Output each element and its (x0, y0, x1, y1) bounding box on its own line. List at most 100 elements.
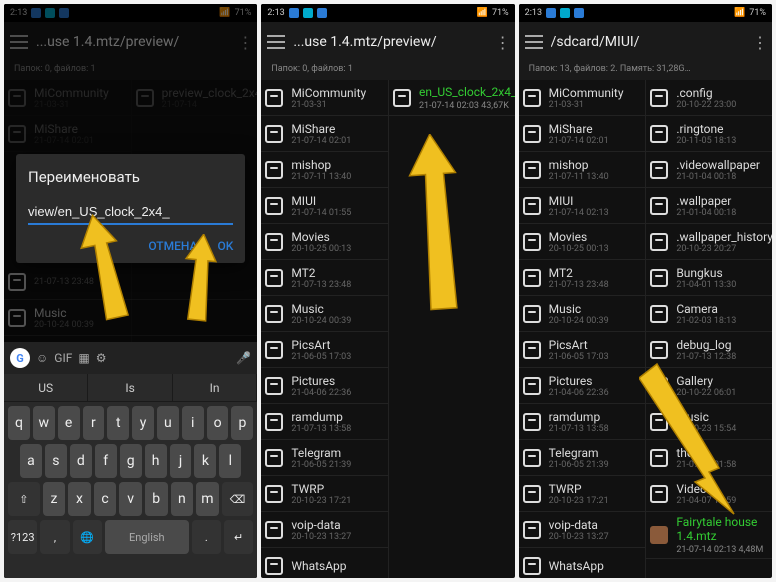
list-item[interactable]: TWRP20-10-23 17:21 (261, 476, 388, 512)
list-item[interactable]: WhatsApp (261, 548, 388, 578)
hamburger-icon[interactable] (525, 35, 543, 49)
folder-icon (523, 125, 541, 143)
list-item[interactable]: voip-data20-10-23 13:27 (519, 512, 646, 548)
google-icon[interactable]: G (10, 348, 30, 368)
list-item[interactable]: .ringtone20-11-05 18:13 (646, 116, 772, 152)
symbols-key[interactable]: ?123 (8, 520, 37, 554)
list-item[interactable]: ramdump21-07-13 13:58 (519, 404, 646, 440)
list-item[interactable]: en_US_clock_2x4_0.png 21-07-14 02:03 43,… (389, 80, 515, 116)
key-c[interactable]: c (94, 482, 117, 516)
list-item[interactable]: MiShare21-07-14 02:01 (519, 116, 646, 152)
more-icon[interactable]: ⋮ (752, 33, 766, 52)
key-h[interactable]: h (145, 444, 167, 478)
key-f[interactable]: f (95, 444, 117, 478)
key-j[interactable]: j (170, 444, 192, 478)
space-key[interactable]: English (105, 520, 189, 554)
key-q[interactable]: q (8, 406, 30, 440)
key-i[interactable]: i (182, 406, 204, 440)
key-o[interactable]: o (207, 406, 229, 440)
key-s[interactable]: s (45, 444, 67, 478)
settings-icon[interactable]: ⚙ (96, 351, 107, 365)
list-item[interactable]: mishop21-07-11 13:40 (519, 152, 646, 188)
list-item[interactable]: Bungkus21-04-01 13:30 (646, 260, 772, 296)
key-x[interactable]: x (68, 482, 91, 516)
list-item[interactable]: PicsArt21-06-05 17:03 (261, 332, 388, 368)
list-item[interactable]: music20-10-23 15:54 (646, 404, 772, 440)
path-title[interactable]: /sdcard/MIUI/ (551, 34, 744, 50)
list-item[interactable]: Movies20-10-25 00:13 (261, 224, 388, 260)
emoji-icon[interactable]: ☺ (36, 351, 48, 365)
backspace-key[interactable]: ⌫ (222, 482, 254, 516)
list-item[interactable]: mishop21-07-11 13:40 (261, 152, 388, 188)
key-v[interactable]: v (119, 482, 142, 516)
list-item[interactable]: WhatsApp (519, 548, 646, 578)
list-item[interactable]: voip-data20-10-23 13:27 (261, 512, 388, 548)
enter-key[interactable]: ↵ (224, 520, 253, 554)
list-item[interactable]: Video21-04-07 18:59 (646, 476, 772, 512)
period-key[interactable]: . (192, 520, 221, 554)
list-item[interactable]: Telegram21-06-05 21:39 (261, 440, 388, 476)
key-n[interactable]: n (171, 482, 194, 516)
gif-button[interactable]: GIF (54, 351, 72, 365)
list-item[interactable]: debug_log21-07-13 12:38 (646, 332, 772, 368)
list-item[interactable]: .videowallpaper21-01-04 00:18 (646, 152, 772, 188)
rename-input[interactable] (28, 200, 233, 225)
key-t[interactable]: t (107, 406, 129, 440)
folder-icon (523, 485, 541, 503)
list-item[interactable]: Camera21-02-03 18:13 (646, 296, 772, 332)
list-item[interactable]: MIUI21-07-14 02:13 (519, 188, 646, 224)
key-g[interactable]: g (120, 444, 142, 478)
suggestion-bar: US Is In (4, 374, 257, 402)
hamburger-icon[interactable] (267, 35, 285, 49)
key-w[interactable]: w (33, 406, 55, 440)
key-d[interactable]: d (70, 444, 92, 478)
key-y[interactable]: y (132, 406, 154, 440)
list-item[interactable]: Pictures21-04-06 22:36 (261, 368, 388, 404)
list-item[interactable]: Gallery20-10-22 06:01 (646, 368, 772, 404)
list-item[interactable]: MT221-07-13 23:48 (261, 260, 388, 296)
shift-key[interactable]: ⇧ (8, 482, 40, 516)
suggestion[interactable]: US (4, 374, 88, 401)
key-b[interactable]: b (145, 482, 168, 516)
list-item[interactable]: Telegram21-06-05 21:39 (519, 440, 646, 476)
key-z[interactable]: z (43, 482, 66, 516)
key-k[interactable]: k (194, 444, 216, 478)
cancel-button[interactable]: ОТМЕНА (148, 239, 197, 253)
list-item[interactable]: Movies20-10-25 00:13 (519, 224, 646, 260)
mic-icon[interactable]: 🎤 (236, 351, 251, 365)
sticker-icon[interactable]: ▦ (78, 351, 89, 365)
list-item[interactable]: MiCommunity21-03-31 (519, 80, 646, 116)
folder-icon (265, 161, 283, 179)
key-r[interactable]: r (83, 406, 105, 440)
folder-icon (265, 449, 283, 467)
list-item[interactable]: .wallpaper_history20-10-23 20:27 (646, 224, 772, 260)
list-item[interactable]: Music20-10-24 00:39 (261, 296, 388, 332)
list-item[interactable]: Music20-10-24 00:39 (519, 296, 646, 332)
list-item[interactable]: .wallpaper21-01-04 00:18 (646, 188, 772, 224)
list-item[interactable]: TWRP20-10-23 17:21 (519, 476, 646, 512)
suggestion[interactable]: Is (88, 374, 172, 401)
list-item[interactable]: Fairytale house 1.4.mtz21-07-14 02:13 4,… (646, 512, 772, 559)
list-item[interactable]: PicsArt21-06-05 17:03 (519, 332, 646, 368)
lang-key[interactable]: 🌐 (73, 520, 102, 554)
key-u[interactable]: u (157, 406, 179, 440)
suggestion[interactable]: In (173, 374, 257, 401)
key-e[interactable]: e (58, 406, 80, 440)
key-p[interactable]: p (231, 406, 253, 440)
list-item[interactable]: MT221-07-13 23:48 (519, 260, 646, 296)
list-item[interactable]: theme21-07-14 01:58 (646, 440, 772, 476)
list-item[interactable]: MiShare21-07-14 02:01 (261, 116, 388, 152)
list-item[interactable]: .config20-10-22 23:00 (646, 80, 772, 116)
list-item[interactable]: ramdump21-07-13 13:58 (261, 404, 388, 440)
folder-icon (650, 125, 668, 143)
ok-button[interactable]: OK (217, 239, 233, 253)
comma-key[interactable]: , (40, 520, 69, 554)
path-title[interactable]: ...use 1.4.mtz/preview/ (293, 34, 486, 50)
key-a[interactable]: a (20, 444, 42, 478)
key-l[interactable]: l (219, 444, 241, 478)
more-icon[interactable]: ⋮ (495, 33, 509, 52)
list-item[interactable]: Pictures21-04-06 22:36 (519, 368, 646, 404)
key-m[interactable]: m (196, 482, 219, 516)
list-item[interactable]: MIUI21-07-14 01:55 (261, 188, 388, 224)
list-item[interactable]: MiCommunity21-03-31 (261, 80, 388, 116)
